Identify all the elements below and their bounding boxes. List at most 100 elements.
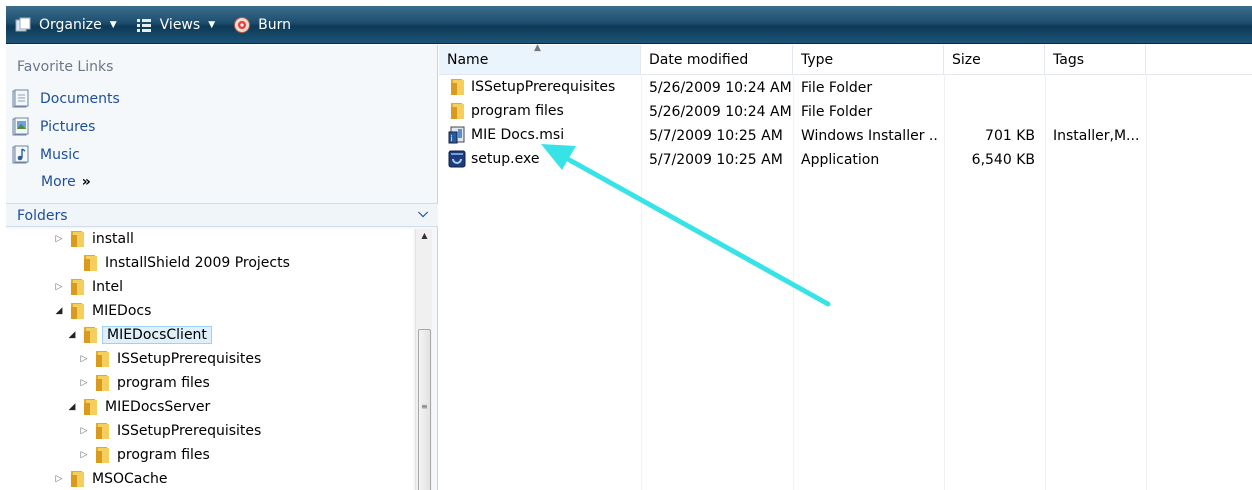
folder-tree-item[interactable]: ◢ MIEDocs [53,300,151,322]
file-name-cell[interactable]: program files [448,102,564,120]
folders-header[interactable]: Folders ⌵ [6,203,438,227]
file-name-cell[interactable]: ISSetupPrerequisites [448,78,615,96]
favorite-link-documents[interactable]: Documents [12,89,120,109]
folder-tree-item[interactable]: ◢ MIEDocsServer [66,396,210,418]
folder-tree-item[interactable]: ◢ MIEDocsClient [66,324,212,346]
folder-tree: ▷ install InstallShield 2009 Projects ▷ Inte… [6,229,413,490]
folder-icon [93,422,111,440]
pictures-icon [12,117,30,137]
type-cell: File Folder [801,104,873,120]
folder-tree-label: Intel [92,279,123,295]
expand-arrow-icon[interactable]: ▷ [78,450,90,460]
folder-tree-item[interactable]: ▷ ISSetupPrerequisites [78,348,261,370]
date-modified-cell: 5/7/2009 10:25 AM [649,152,783,168]
file-name: MIE Docs.msi [471,127,565,143]
views-label: Views [159,16,201,33]
burn-button[interactable]: Burn [233,11,291,39]
music-icon [12,145,30,165]
views-icon [135,16,153,34]
scroll-up-arrow-icon[interactable]: ▲ [416,231,433,240]
size-cell: 701 KB [985,128,1035,144]
folder-tree-label: program files [117,375,210,391]
views-dropdown-icon[interactable]: ▼ [208,20,215,30]
expand-arrow-icon[interactable]: ▷ [53,282,65,292]
column-header-name[interactable]: ▲ Name [439,43,641,74]
folder-tree-item[interactable]: InstallShield 2009 Projects [66,252,290,274]
more-label: More [41,174,76,190]
folder-tree-item[interactable]: ▷ ISSetupPrerequisites [78,420,261,442]
expand-arrow-icon[interactable]: ▷ [53,234,65,244]
column-header-tags[interactable]: Tags [1045,45,1146,74]
organize-icon [14,16,32,34]
documents-icon [12,89,30,109]
expand-arrow-icon[interactable]: ▷ [78,354,90,364]
file-name-cell[interactable]: setup.exe [448,150,539,168]
column-header-label: Name [447,52,489,68]
file-row[interactable]: i MIE Docs.msi 5/7/2009 10:25 AM Windows In… [439,125,1252,149]
scrollbar-thumb[interactable]: ≡ [418,329,431,490]
expand-arrow-icon[interactable]: ▷ [53,474,65,484]
folder-tree-item[interactable]: ▷ MSOCache [53,468,168,490]
chevron-down-icon[interactable]: ⌵ [418,206,428,221]
organize-button[interactable]: Organize ▼ [14,11,117,39]
collapse-arrow-icon[interactable]: ◢ [66,330,78,340]
folder-tree-item[interactable]: ▷ Intel [53,276,123,298]
folder-icon [68,230,86,248]
folder-tree-label: InstallShield 2009 Projects [105,255,290,271]
column-header-type[interactable]: Type [793,45,944,74]
type-cell: File Folder [801,80,873,96]
column-header-label: Tags [1053,52,1084,68]
sort-ascending-icon: ▲ [534,43,541,53]
folder-tree-item[interactable]: ▷ install [53,229,134,250]
file-row[interactable]: ISSetupPrerequisites 5/26/2009 10:24 AM Fi… [439,77,1252,101]
folder-tree-label: MIEDocsServer [105,399,211,415]
folder-tree-label: ISSetupPrerequisites [117,351,262,367]
svg-text:i: i [451,134,453,143]
views-button[interactable]: Views ▼ [135,11,215,39]
folder-icon [81,254,99,272]
msi-installer-icon: i [448,126,466,144]
folder-icon [68,470,86,488]
favorite-links-more[interactable]: More » [41,174,91,190]
column-header-label: Date modified [649,52,749,68]
file-row[interactable]: program files 5/26/2009 10:24 AM File Fold… [439,101,1252,125]
favorite-links-heading: Favorite Links [17,59,114,75]
file-name: program files [471,103,564,119]
header-divider [439,74,1252,75]
column-header-size[interactable]: Size [944,45,1045,74]
column-header-label: Type [801,52,834,68]
file-name-cell[interactable]: i MIE Docs.msi [448,126,564,144]
expand-arrow-icon[interactable]: ▷ [78,426,90,436]
folder-icon [448,78,466,96]
file-row[interactable]: setup.exe 5/7/2009 10:25 AM Application 6,5… [439,149,1252,173]
collapse-arrow-icon[interactable]: ◢ [53,306,65,316]
folder-tree-scrollbar[interactable]: ▲ ≡ [415,229,432,490]
folder-tree-item[interactable]: ▷ program files [78,444,210,466]
setup-exe-icon [448,150,466,168]
type-cell: Application [801,152,880,168]
folder-tree-item[interactable]: ▷ program files [78,372,210,394]
organize-label: Organize [39,16,102,33]
favorite-link-label: Pictures [40,119,96,135]
folder-icon [448,102,466,120]
folder-icon [93,446,111,464]
folder-icon [81,326,99,344]
folder-icon [93,374,111,392]
file-list-pane: ▲ Name Date modified Type Size Tags ISSe… [439,43,1252,490]
folder-icon [81,398,99,416]
folder-tree-label: MSOCache [92,471,168,487]
folders-heading: Folders [17,208,68,224]
favorite-link-pictures[interactable]: Pictures [12,117,95,137]
file-name: setup.exe [471,151,540,167]
column-header-date-modified[interactable]: Date modified [641,45,793,74]
date-modified-cell: 5/26/2009 10:24 AM [649,104,792,120]
folder-tree-label: install [92,231,134,247]
folder-tree-label: MIEDocsClient [102,326,212,344]
double-chevron-icon: » [81,174,91,190]
collapse-arrow-icon[interactable]: ◢ [66,402,78,412]
scrollbar-grip-icon: ≡ [421,402,428,411]
favorite-link-music[interactable]: Music [12,145,80,165]
file-name: ISSetupPrerequisites [471,79,616,95]
folder-tree-label: ISSetupPrerequisites [117,423,262,439]
expand-arrow-icon[interactable]: ▷ [78,378,90,388]
